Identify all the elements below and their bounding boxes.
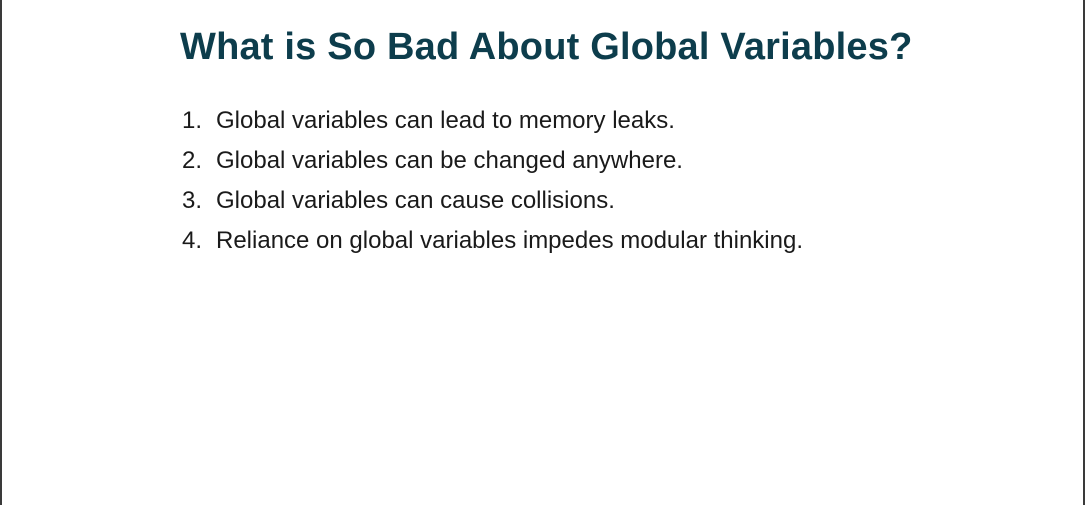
list-item-number: 1.: [182, 107, 203, 134]
list-item: 2. Global variables can be changed anywh…: [182, 141, 803, 181]
slide-title: What is So Bad About Global Variables?: [180, 26, 913, 68]
list-item: 3. Global variables can cause collisions…: [182, 181, 803, 221]
list-item: 4. Reliance on global variables impedes …: [182, 221, 803, 261]
slide: What is So Bad About Global Variables? 1…: [0, 0, 1085, 505]
list-item-text: Global variables can cause collisions.: [216, 187, 615, 214]
list-item-text: Reliance on global variables impedes mod…: [216, 227, 804, 254]
list-item-text: Global variables can be changed anywhere…: [216, 147, 683, 174]
list-item: 1. Global variables can lead to memory l…: [182, 101, 803, 141]
list-item-number: 2.: [182, 147, 203, 174]
list-item-text: Global variables can lead to memory leak…: [216, 107, 675, 134]
list-item-number: 3.: [182, 187, 203, 214]
list-item-number: 4.: [182, 227, 203, 254]
bullet-list: 1. Global variables can lead to memory l…: [182, 101, 803, 261]
